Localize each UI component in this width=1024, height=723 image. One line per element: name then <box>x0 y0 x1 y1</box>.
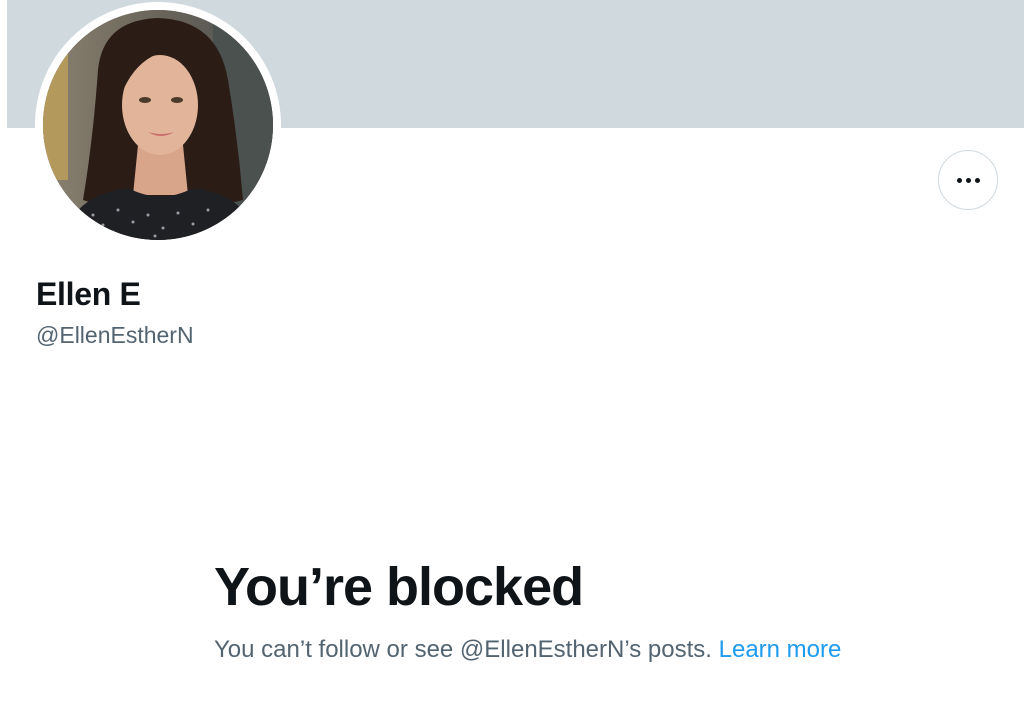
learn-more-link[interactable]: Learn more <box>719 636 842 663</box>
dot <box>974 177 980 183</box>
avatar-image <box>43 10 273 240</box>
left-border <box>0 0 7 723</box>
blocked-message: You can’t follow or see @EllenEstherN’s … <box>214 632 854 667</box>
avatar-illustration <box>43 10 273 240</box>
profile-page: Ellen E @EllenEstherN You’re blocked You… <box>0 0 1024 723</box>
more-options-button[interactable] <box>938 150 998 210</box>
blocked-message-text: You can’t follow or see @EllenEstherN’s … <box>214 636 712 663</box>
profile-handle: @EllenEstherN <box>36 322 194 348</box>
dot <box>965 177 971 183</box>
dot <box>956 177 962 183</box>
avatar[interactable] <box>35 2 281 248</box>
more-horizontal-icon <box>956 177 980 183</box>
display-name: Ellen E <box>36 276 141 312</box>
blocked-title: You’re blocked <box>214 557 584 617</box>
